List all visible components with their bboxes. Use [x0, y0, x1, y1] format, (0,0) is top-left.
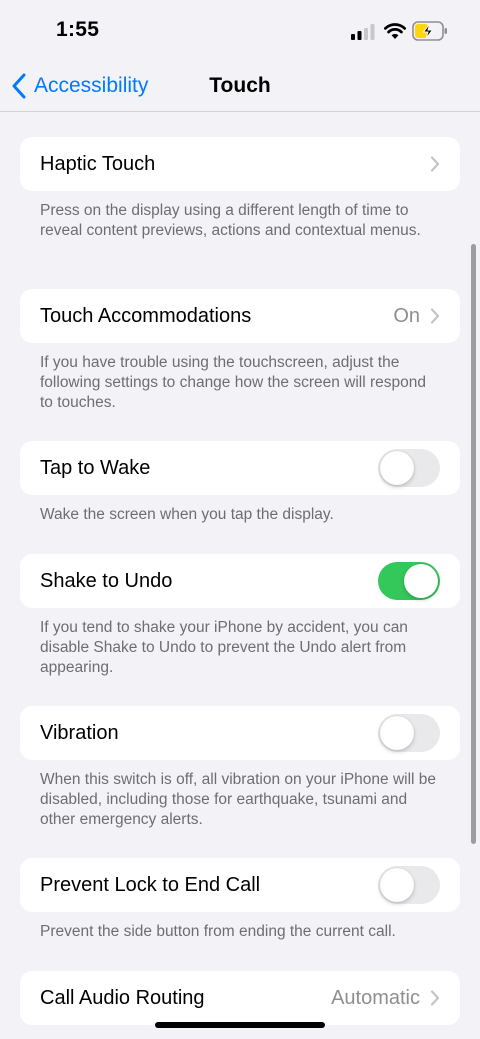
scrollbar[interactable] — [471, 244, 476, 844]
toggle-knob — [380, 451, 414, 485]
tap-to-wake-row: Tap to Wake — [20, 441, 460, 495]
vibration-toggle[interactable] — [378, 714, 440, 752]
wifi-icon — [384, 23, 406, 39]
tap-to-wake-toggle[interactable] — [378, 449, 440, 487]
call-audio-routing-row[interactable]: Call Audio Routing Automatic — [20, 971, 460, 1025]
call-audio-routing-label: Call Audio Routing — [40, 986, 205, 1009]
vibration-label: Vibration — [40, 721, 119, 744]
touch-accommodations-label: Touch Accommodations — [40, 304, 252, 327]
prevent-lock-to-end-call-footer: Prevent the side button from ending the … — [40, 923, 396, 940]
shake-to-undo-footer: If you tend to shake your iPhone by acci… — [40, 619, 408, 676]
touch-settings-screen: 1:55 Accessibility Touch Haptic Touch Pr… — [0, 0, 480, 1039]
toggle-knob — [380, 868, 414, 902]
touch-accommodations-footer: If you have trouble using the touchscree… — [40, 354, 427, 411]
toggle-knob — [380, 716, 414, 750]
status-bar: 1:55 — [0, 0, 480, 60]
haptic-touch-row[interactable]: Haptic Touch — [20, 137, 460, 191]
tap-to-wake-label: Tap to Wake — [40, 456, 151, 479]
touch-accommodations-value: On — [393, 304, 420, 327]
prevent-lock-to-end-call-toggle[interactable] — [378, 866, 440, 904]
haptic-touch-label: Haptic Touch — [40, 152, 156, 175]
chevron-right-icon — [430, 990, 440, 1006]
shake-to-undo-label: Shake to Undo — [40, 569, 173, 592]
shake-to-undo-toggle[interactable] — [378, 562, 440, 600]
haptic-touch-footer: Press on the display using a different l… — [40, 202, 421, 239]
shake-to-undo-row: Shake to Undo — [20, 554, 460, 608]
battery-charging-icon — [412, 21, 447, 41]
vibration-row: Vibration — [20, 706, 460, 760]
chevron-right-icon — [430, 156, 440, 172]
navigation-bar: Accessibility Touch — [0, 60, 480, 112]
chevron-right-icon — [430, 308, 440, 324]
prevent-lock-to-end-call-label: Prevent Lock to End Call — [40, 873, 261, 896]
home-indicator[interactable] — [155, 1022, 325, 1028]
status-time: 1:55 — [56, 18, 100, 41]
toggle-knob — [404, 564, 438, 598]
vibration-footer: When this switch is off, all vibration o… — [40, 771, 437, 828]
cellular-signal-icon — [351, 24, 375, 40]
touch-accommodations-row[interactable]: Touch Accommodations On — [20, 289, 460, 343]
prevent-lock-to-end-call-row: Prevent Lock to End Call — [20, 858, 460, 912]
call-audio-routing-value: Automatic — [331, 986, 420, 1009]
tap-to-wake-footer: Wake the screen when you tap the display… — [40, 506, 334, 523]
page-title: Touch — [209, 74, 271, 97]
